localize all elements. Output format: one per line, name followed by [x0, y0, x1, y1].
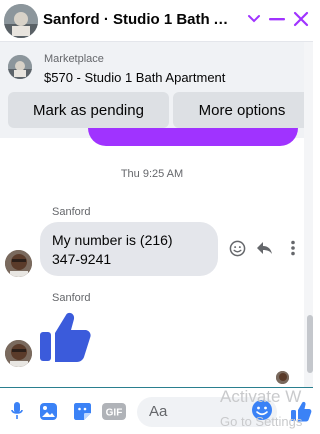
more-options-icon[interactable] — [283, 238, 303, 258]
close-icon[interactable] — [288, 6, 313, 32]
thumbs-up-icon[interactable] — [38, 311, 92, 363]
gif-label: GIF — [106, 407, 123, 418]
microphone-icon[interactable] — [6, 400, 28, 422]
like-icon[interactable] — [289, 400, 313, 422]
sender-avatar-image — [5, 250, 32, 277]
message-sender-name: Sanford — [52, 206, 91, 218]
chat-title[interactable]: Sanford · Studio 1 Bath Ap… — [43, 11, 239, 28]
sender-avatar-image — [5, 340, 32, 367]
sender-avatar[interactable] — [5, 250, 32, 277]
contact-avatar-image — [4, 4, 38, 38]
reply-icon[interactable] — [254, 238, 274, 258]
sent-message-bubble[interactable] — [88, 128, 298, 146]
marketplace-listing: Marketplace $570 - Studio 1 Bath Apartme… — [0, 42, 313, 138]
message-sender-name: Sanford — [52, 292, 91, 304]
listing-title[interactable]: $570 - Studio 1 Bath Apartment — [44, 70, 225, 85]
photo-icon[interactable] — [37, 400, 59, 422]
gif-icon[interactable]: GIF — [101, 400, 127, 422]
message-text-line: My number is (216) — [52, 232, 173, 248]
received-message-bubble[interactable]: My number is (216) 347-9241 — [40, 222, 218, 276]
message-timestamp: Thu 9:25 AM — [120, 168, 184, 180]
listing-thumbnail[interactable] — [8, 55, 32, 79]
minimize-icon[interactable] — [264, 6, 290, 32]
emoji-icon[interactable] — [250, 398, 274, 422]
contact-avatar[interactable] — [4, 4, 38, 38]
sender-avatar[interactable] — [5, 340, 32, 367]
listing-thumbnail-image — [8, 55, 32, 79]
more-options-button[interactable]: More options — [173, 92, 311, 128]
seen-indicator-avatar — [276, 371, 289, 384]
marketplace-label: Marketplace — [44, 53, 104, 65]
message-composer: GIF Aa — [0, 387, 313, 434]
react-emoji-icon[interactable] — [227, 238, 247, 258]
message-text-line: 347-9241 — [52, 251, 112, 267]
chat-header: Sanford · Studio 1 Bath Ap… — [0, 0, 313, 42]
scrollbar-thumb[interactable] — [307, 315, 313, 373]
chat-window: Sanford · Studio 1 Bath Ap… Marketplace … — [0, 0, 313, 434]
mark-as-pending-button[interactable]: Mark as pending — [8, 92, 169, 128]
sticker-icon[interactable] — [71, 400, 93, 422]
